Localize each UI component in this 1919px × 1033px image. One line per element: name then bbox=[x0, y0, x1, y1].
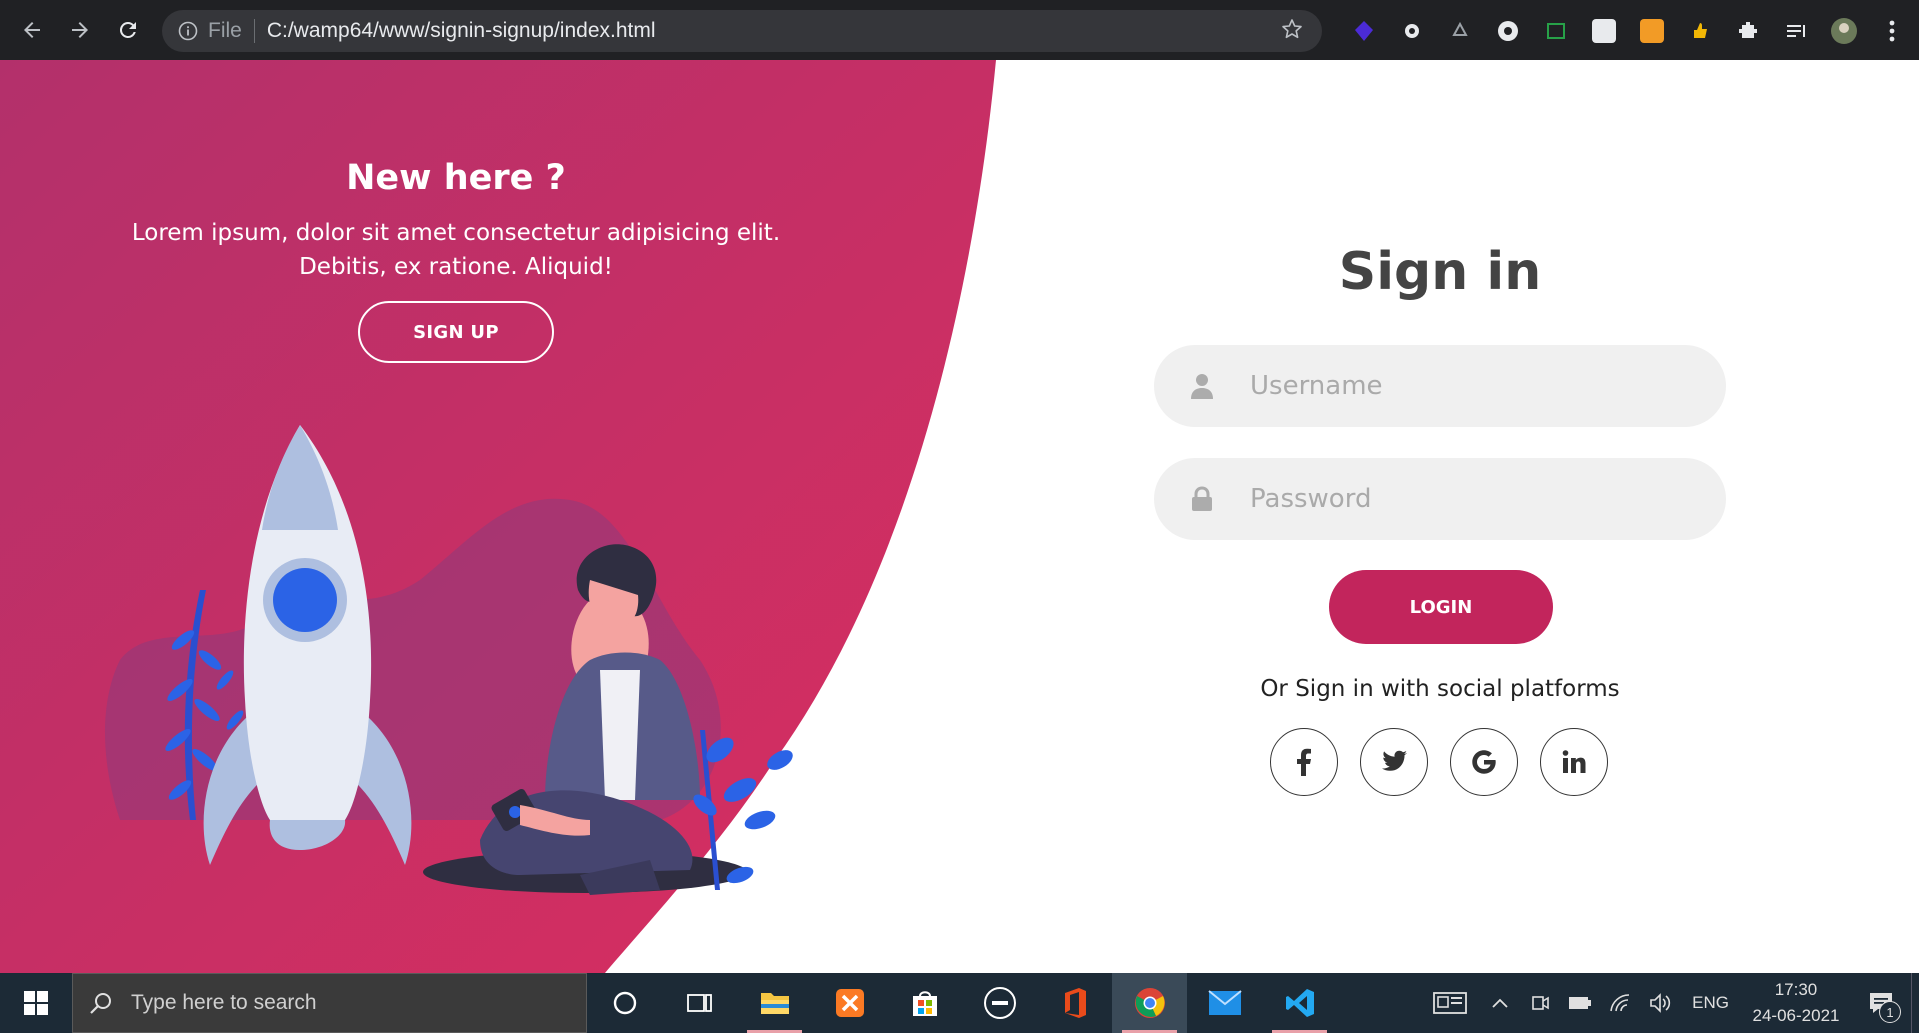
back-button[interactable] bbox=[8, 0, 56, 60]
system-tray: ENG 17:30 24-06-2021 1 bbox=[1420, 973, 1919, 1033]
social-platforms-text: Or Sign in with social platforms bbox=[1260, 676, 1620, 702]
extensions-bar bbox=[1340, 10, 1916, 52]
dell-icon[interactable] bbox=[962, 973, 1037, 1033]
office-icon[interactable] bbox=[1037, 973, 1112, 1033]
password-input[interactable] bbox=[1250, 469, 1700, 529]
start-button[interactable] bbox=[0, 973, 72, 1033]
user-icon bbox=[1154, 373, 1250, 399]
notification-count: 1 bbox=[1879, 1001, 1901, 1023]
lock-icon bbox=[1154, 486, 1250, 512]
windows-logo-icon bbox=[24, 991, 48, 1015]
task-view-icon[interactable] bbox=[662, 973, 737, 1033]
left-panel-text: Lorem ipsum, dolor sit amet consectetur … bbox=[131, 220, 781, 280]
left-panel-title: New here ? bbox=[346, 158, 566, 198]
google-icon[interactable] bbox=[1450, 728, 1518, 796]
clock[interactable]: 17:30 24-06-2021 bbox=[1741, 977, 1851, 1029]
extension-thumb-icon[interactable] bbox=[1676, 10, 1724, 52]
password-field[interactable] bbox=[1154, 458, 1726, 540]
notifications-button[interactable]: 1 bbox=[1851, 973, 1911, 1033]
facebook-icon[interactable] bbox=[1270, 728, 1338, 796]
show-desktop-button[interactable] bbox=[1911, 973, 1919, 1033]
xampp-icon[interactable] bbox=[812, 973, 887, 1033]
forward-icon bbox=[72, 22, 88, 38]
twitter-icon[interactable] bbox=[1360, 728, 1428, 796]
forward-button[interactable] bbox=[56, 0, 104, 60]
linkedin-icon[interactable] bbox=[1540, 728, 1608, 796]
reading-list-icon[interactable] bbox=[1772, 10, 1820, 52]
sign-in-title: Sign in bbox=[1338, 242, 1542, 302]
sign-up-button[interactable]: SIGN UP bbox=[358, 301, 554, 363]
taskbar-search-placeholder: Type here to search bbox=[131, 991, 317, 1014]
store-icon[interactable] bbox=[887, 973, 962, 1033]
cortana-icon[interactable] bbox=[587, 973, 662, 1033]
language-indicator[interactable]: ENG bbox=[1680, 993, 1741, 1013]
extensions-icon[interactable] bbox=[1724, 10, 1772, 52]
username-field[interactable] bbox=[1154, 345, 1726, 427]
battery-icon[interactable] bbox=[1560, 973, 1600, 1033]
browser-toolbar: File C:/wamp64/www/signin-signup/index.h… bbox=[0, 0, 1919, 60]
extension-recycle-icon[interactable] bbox=[1436, 10, 1484, 52]
clock-time: 17:30 bbox=[1774, 980, 1818, 999]
meet-icon[interactable] bbox=[1520, 973, 1560, 1033]
file-explorer-icon[interactable] bbox=[737, 973, 812, 1033]
taskbar-search-box[interactable]: Type here to search bbox=[72, 973, 587, 1033]
extension-screenshot-icon[interactable] bbox=[1532, 10, 1580, 52]
chrome-icon[interactable] bbox=[1112, 973, 1187, 1033]
extension-orange-icon[interactable] bbox=[1628, 10, 1676, 52]
address-bar[interactable]: File C:/wamp64/www/signin-signup/index.h… bbox=[162, 10, 1322, 52]
search-icon bbox=[89, 991, 119, 1015]
volume-icon[interactable] bbox=[1640, 973, 1680, 1033]
extension-gear-icon[interactable] bbox=[1388, 10, 1436, 52]
clock-date: 24-06-2021 bbox=[1752, 1006, 1840, 1025]
chevron-up-icon[interactable] bbox=[1480, 973, 1520, 1033]
extension-search-icon[interactable] bbox=[1580, 10, 1628, 52]
info-icon[interactable] bbox=[178, 21, 198, 41]
windows-taskbar: Type here to search ENG 17:30 24-06-2021… bbox=[0, 973, 1919, 1033]
reload-icon bbox=[119, 21, 136, 38]
divider bbox=[253, 19, 255, 43]
mail-icon[interactable] bbox=[1187, 973, 1262, 1033]
extension-circle-icon[interactable] bbox=[1484, 10, 1532, 52]
page: New here ? Lorem ipsum, dolor sit amet c… bbox=[0, 60, 1919, 973]
menu-icon[interactable] bbox=[1868, 10, 1916, 52]
vscode-icon[interactable] bbox=[1262, 973, 1337, 1033]
news-icon[interactable] bbox=[1420, 973, 1480, 1033]
login-button[interactable]: LOGIN bbox=[1329, 570, 1553, 644]
file-label: File bbox=[208, 19, 242, 42]
back-icon bbox=[24, 22, 40, 38]
profile-avatar-icon[interactable] bbox=[1820, 10, 1868, 52]
url-text[interactable]: C:/wamp64/www/signin-signup/index.html bbox=[267, 19, 656, 43]
username-input[interactable] bbox=[1250, 356, 1700, 416]
reload-button[interactable] bbox=[104, 0, 152, 60]
extension-1-icon[interactable] bbox=[1340, 10, 1388, 52]
wifi-icon[interactable] bbox=[1600, 973, 1640, 1033]
social-icons bbox=[1270, 728, 1608, 796]
star-icon[interactable] bbox=[1280, 17, 1304, 47]
